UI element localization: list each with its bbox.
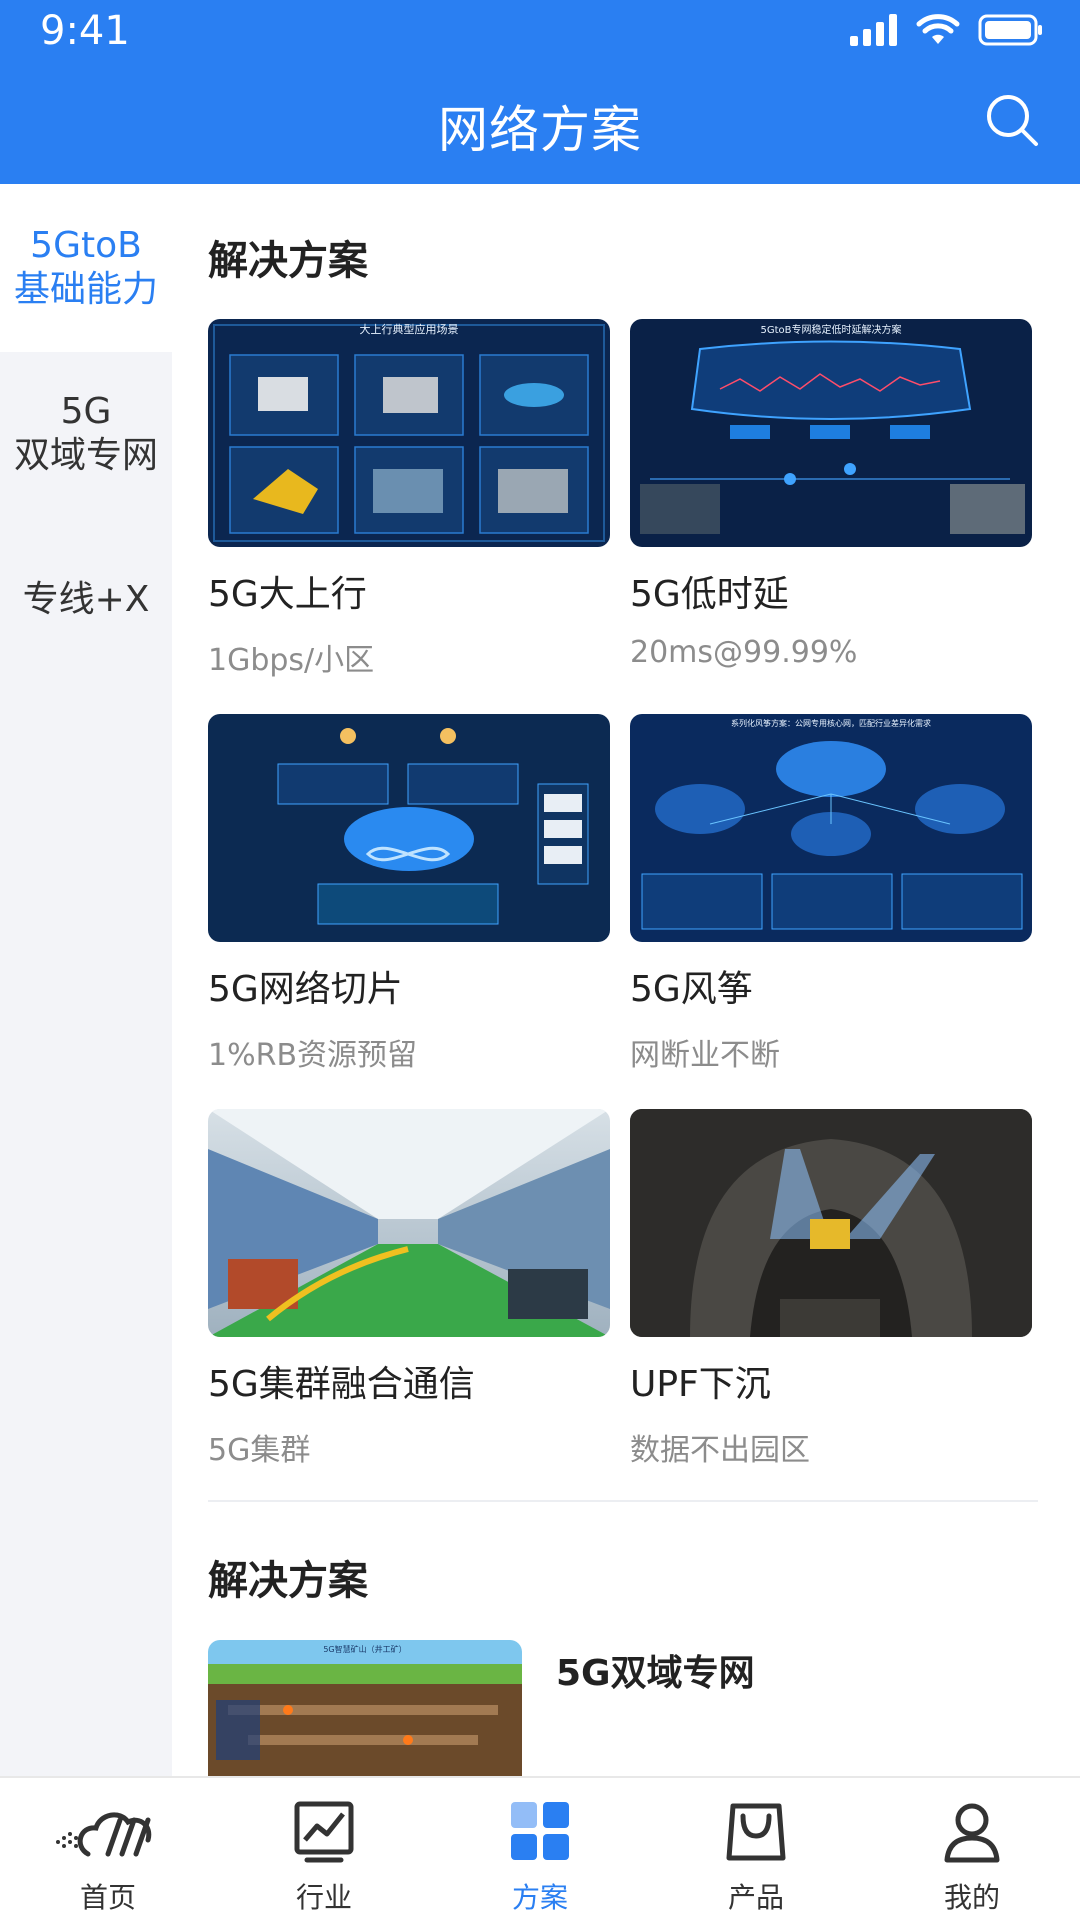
- bag-icon: [726, 1803, 786, 1861]
- sidebar-item-label: 5GtoB: [30, 225, 142, 266]
- header-bar: 9:41 网络方案: [0, 0, 1080, 184]
- nav-label: 产品: [727, 1881, 784, 1914]
- solution-card-upf[interactable]: UPF下沉 数据不出园区: [630, 1109, 1032, 1469]
- card-title: 5G集群融合通信: [208, 1364, 475, 1405]
- card-image: 系列化风筝方案：公网专用核心网，匹配行业差异化需求: [630, 714, 1032, 942]
- sidebar-item-dual-domain[interactable]: 5G 双域专网: [0, 390, 172, 478]
- category-sidebar: 5GtoB 基础能力 5G 双域专网 专线+X: [0, 184, 172, 1776]
- card-image: [208, 1109, 610, 1337]
- card-subtitle: 数据不出园区: [630, 1433, 810, 1468]
- card-image-dual-domain[interactable]: 5G智慧矿山（井工矿）: [208, 1640, 522, 1776]
- status-icons: [850, 14, 1044, 46]
- card-image: [630, 1109, 1032, 1337]
- sidebar-item-label: 双域专网: [13, 435, 158, 476]
- page-title: 网络方案: [438, 101, 642, 159]
- card-subtitle: 5G集群: [208, 1433, 311, 1468]
- card-title: 5G风筝: [630, 969, 753, 1010]
- content-area: 解决方案 大上行典型应用场景 5G大上行 1Gbps/小区 5GtoB专网稳定低…: [172, 184, 1080, 1776]
- card-image-caption: 5GtoB专网稳定低时延解决方案: [760, 323, 901, 336]
- nav-home[interactable]: 首页: [0, 1778, 216, 1922]
- nav-label: 方案: [511, 1881, 568, 1914]
- card-image: 5GtoB专网稳定低时延解决方案: [630, 319, 1032, 547]
- solution-card-uplink[interactable]: 大上行典型应用场景 5G大上行 1Gbps/小区: [208, 319, 610, 679]
- card-title: 5G低时延: [630, 574, 789, 615]
- card-subtitle: 1Gbps/小区: [208, 643, 375, 678]
- card-title: 5G大上行: [208, 574, 367, 615]
- battery-icon: [978, 14, 1042, 46]
- card-image-caption: 5G智慧矿山（井工矿）: [323, 1644, 406, 1654]
- solution-card-low-latency[interactable]: 5GtoB专网稳定低时延解决方案 5G低时延 20ms@99.99%: [630, 319, 1032, 670]
- grid-icon: [511, 1802, 569, 1860]
- sidebar-item-5gtob[interactable]: 5GtoB 基础能力: [0, 184, 172, 352]
- nav-label: 我的: [943, 1881, 1000, 1914]
- nav-products[interactable]: 产品: [648, 1778, 864, 1922]
- section-title: 解决方案: [208, 1558, 368, 1604]
- card-title: 5G网络切片: [208, 969, 403, 1010]
- card-image-caption: 系列化风筝方案：公网专用核心网，匹配行业差异化需求: [731, 718, 931, 728]
- card-subtitle: 网断业不断: [630, 1038, 780, 1073]
- nav-solutions[interactable]: 方案: [432, 1778, 648, 1922]
- bottom-nav: 首页 行业 方案 产品 我的: [0, 1776, 1080, 1922]
- sidebar-item-label: 5G: [60, 391, 112, 432]
- home-logo-icon: [56, 1812, 152, 1857]
- nav-profile[interactable]: 我的: [864, 1778, 1080, 1922]
- wifi-icon: [916, 14, 960, 44]
- card-image: [208, 714, 610, 942]
- section-title: 解决方案: [208, 238, 368, 284]
- card-subtitle: 20ms@99.99%: [630, 635, 858, 670]
- solution-card-slicing[interactable]: 5G网络切片 1%RB资源预留: [208, 714, 610, 1074]
- nav-label: 行业: [295, 1881, 352, 1914]
- solution-card-kite[interactable]: 系列化风筝方案：公网专用核心网，匹配行业差异化需求 5G风筝 网断业不断: [630, 714, 1032, 1074]
- card-image-caption: 大上行典型应用场景: [360, 322, 459, 336]
- signal-icon: [850, 14, 897, 46]
- card-title: UPF下沉: [630, 1364, 771, 1405]
- sidebar-item-label: 基础能力: [13, 269, 158, 310]
- user-icon: [944, 1803, 1000, 1863]
- status-time: 9:41: [40, 8, 130, 54]
- card-title[interactable]: 5G双域专网: [556, 1644, 755, 1696]
- nav-industry[interactable]: 行业: [216, 1778, 432, 1922]
- card-subtitle: 1%RB资源预留: [208, 1038, 418, 1073]
- section-divider: [208, 1500, 1038, 1502]
- sidebar-item-dedicated-line[interactable]: 专线+X: [0, 578, 172, 622]
- sidebar-item-label: 专线+X: [22, 579, 150, 620]
- card-image: 大上行典型应用场景: [208, 319, 610, 547]
- search-icon[interactable]: [984, 92, 1040, 148]
- solution-card-cluster[interactable]: 5G集群融合通信 5G集群: [208, 1109, 610, 1469]
- nav-label: 首页: [79, 1881, 136, 1914]
- chart-icon: [294, 1801, 354, 1863]
